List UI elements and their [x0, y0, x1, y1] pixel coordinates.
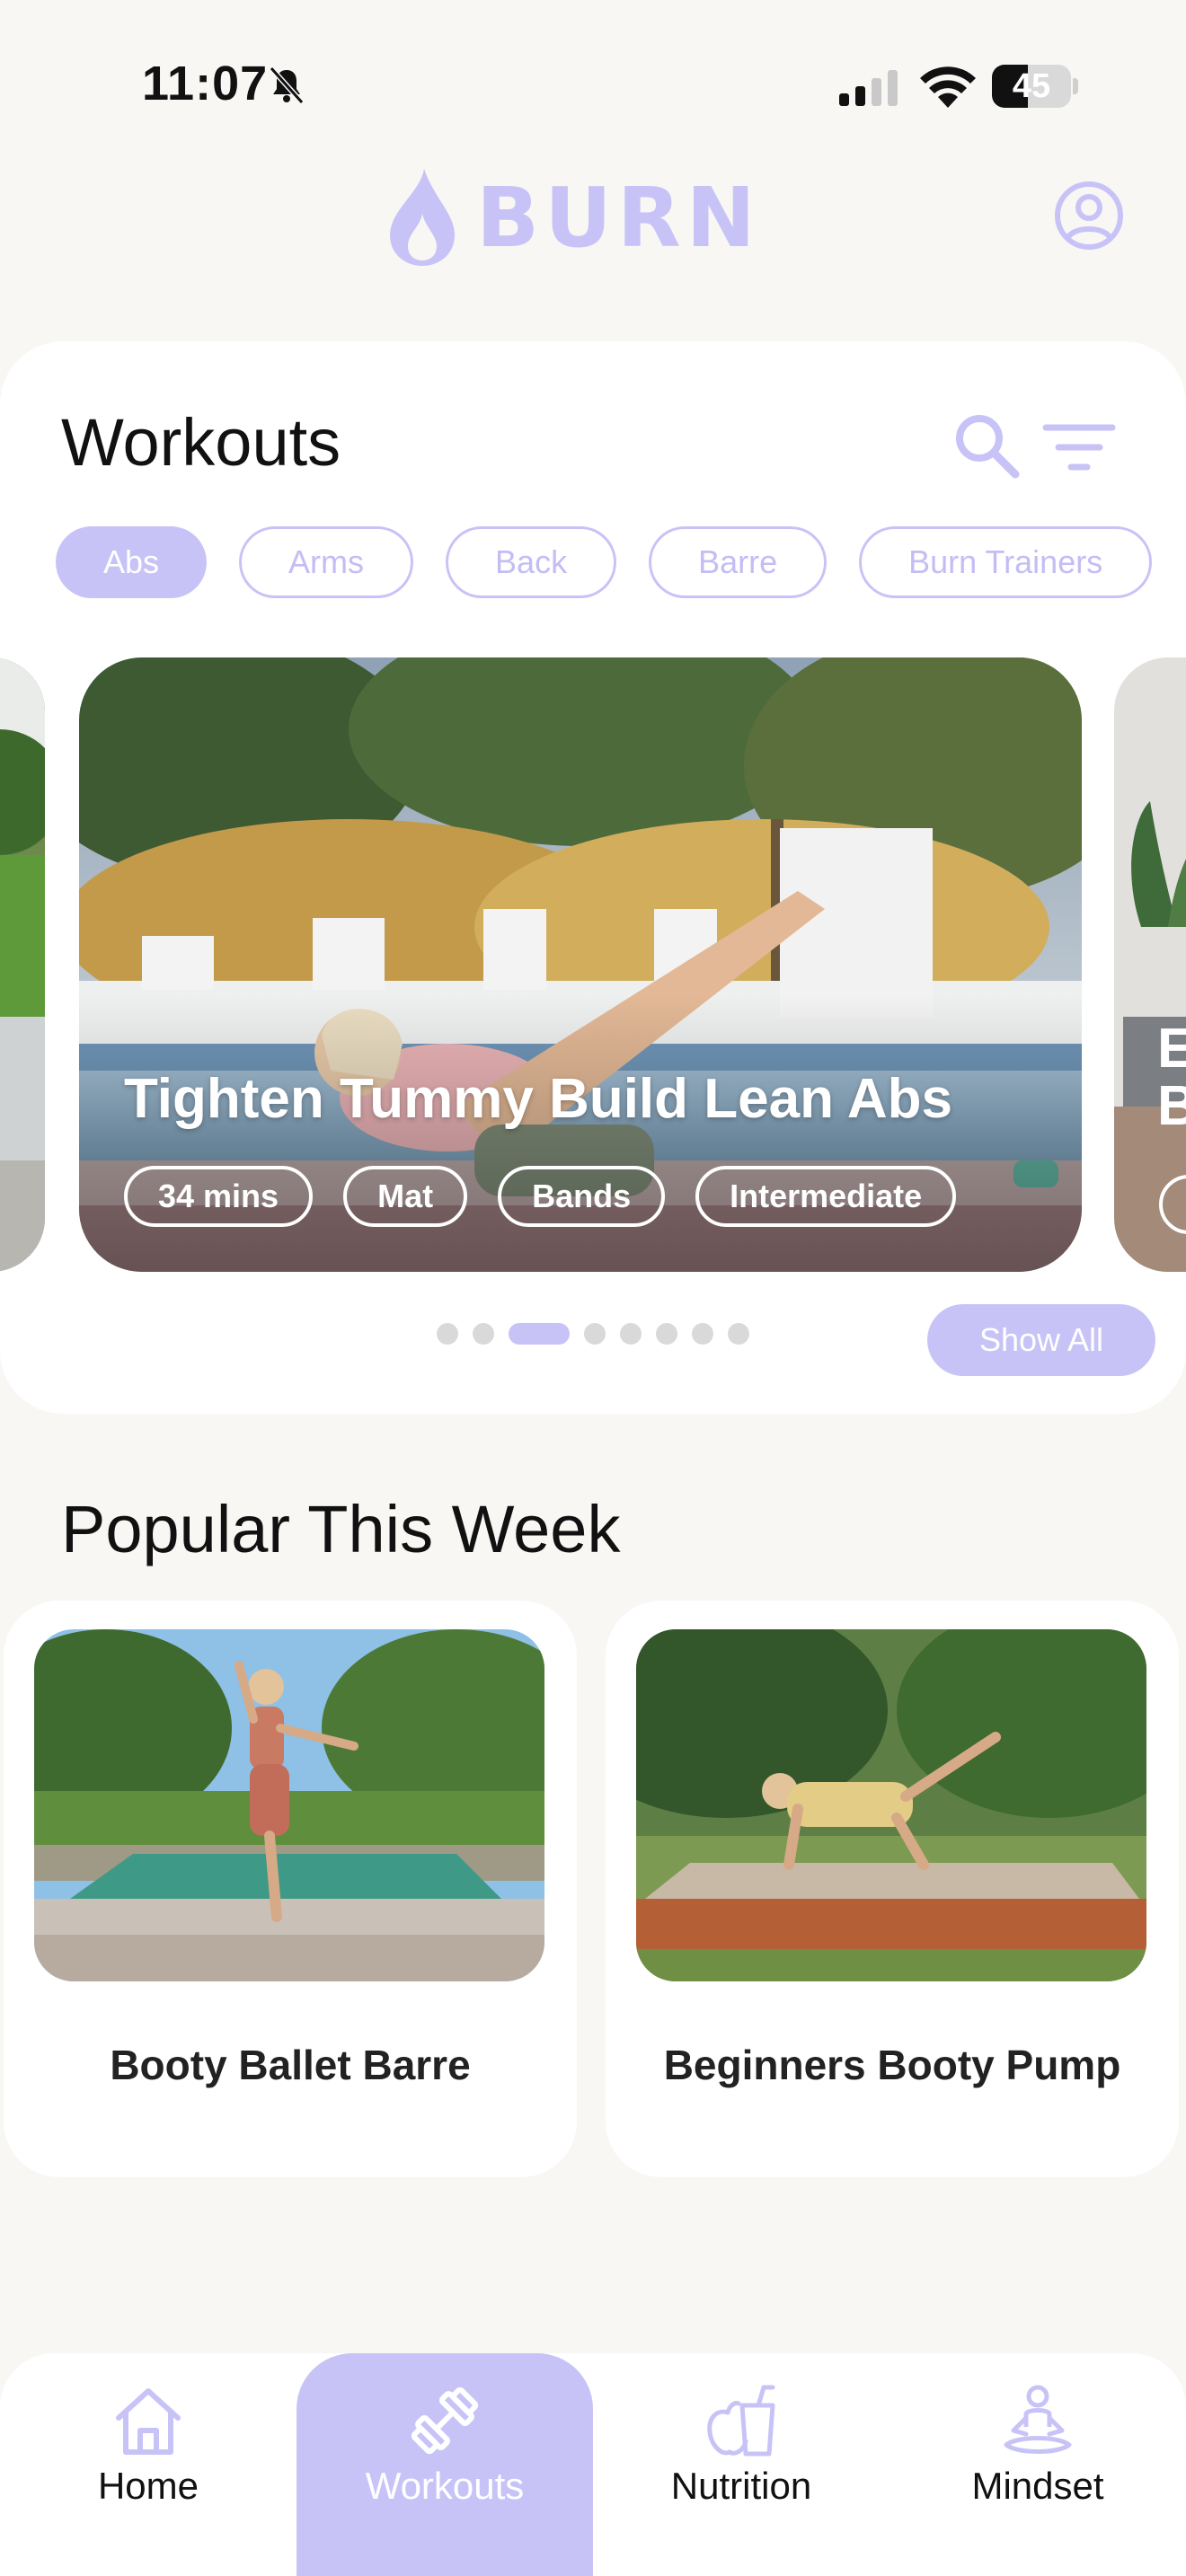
carousel-pagination: [437, 1323, 749, 1345]
bell-slash-icon: [269, 66, 305, 105]
chip-arms[interactable]: Arms: [239, 526, 414, 598]
pagination-dot[interactable]: [437, 1323, 458, 1345]
tab-workouts[interactable]: Workouts: [296, 2353, 593, 2576]
featured-workout-slide[interactable]: Tighten Tummy Build Lean Abs 34 mins Mat…: [79, 657, 1082, 1272]
status-bar: 11:07 45: [0, 0, 1186, 171]
status-time: 11:07: [142, 57, 269, 110]
dumbbell-icon: [411, 2386, 479, 2455]
wifi-icon: [920, 66, 976, 108]
popular-workout-image: [636, 1629, 1146, 1981]
featured-workout-tags: 34 mins Mat Bands Intermediate: [124, 1166, 957, 1227]
show-all-button[interactable]: Show All: [927, 1304, 1155, 1376]
user-circle-icon[interactable]: [1053, 180, 1125, 251]
chip-burn-trainers[interactable]: Burn Trainers: [859, 526, 1153, 598]
tag-level: Intermediate: [695, 1166, 957, 1227]
flame-logo-icon: [390, 169, 455, 266]
section-title-workouts: Workouts: [61, 405, 341, 480]
tab-label: Nutrition: [670, 2465, 812, 2507]
battery-level: 45: [1012, 67, 1051, 105]
next-slide-title: EB: [1157, 1018, 1186, 1137]
next-slide[interactable]: EB: [1114, 657, 1186, 1272]
tag-duration: 34 mins: [124, 1166, 314, 1227]
popular-workout-image: [34, 1629, 544, 1981]
chip-back[interactable]: Back: [446, 526, 617, 598]
tab-home[interactable]: Home: [0, 2353, 296, 2576]
category-chips: Abs Arms Back Barre Burn Trainers: [56, 526, 1153, 598]
meditation-icon: [1004, 2385, 1072, 2454]
section-title-popular: Popular This Week: [61, 1492, 621, 1566]
home-icon: [116, 2388, 181, 2455]
tab-label: Workouts: [365, 2465, 525, 2507]
tab-label: Mindset: [971, 2465, 1104, 2507]
pagination-dot[interactable]: [728, 1323, 749, 1345]
pagination-dot-active[interactable]: [509, 1323, 570, 1345]
pagination-dot[interactable]: [584, 1323, 606, 1345]
tab-mindset[interactable]: Mindset: [890, 2353, 1186, 2576]
tag-equipment-mat: Mat: [343, 1166, 468, 1227]
pagination-dot[interactable]: [656, 1323, 677, 1345]
battery-icon: 45: [992, 65, 1078, 108]
pagination-dot[interactable]: [473, 1323, 494, 1345]
tag-equipment-bands: Bands: [498, 1166, 666, 1227]
bottom-tab-bar: Home Workouts Nutrition Mindset: [0, 2353, 1186, 2576]
pagination-dot[interactable]: [620, 1323, 642, 1345]
workouts-card: Workouts Abs Arms Back Barre Burn Traine…: [0, 341, 1186, 1414]
tab-nutrition[interactable]: Nutrition: [593, 2353, 890, 2576]
filter-icon[interactable]: [1042, 420, 1116, 474]
pagination-dot[interactable]: [692, 1323, 713, 1345]
previous-slide[interactable]: [0, 657, 45, 1272]
tab-label: Home: [97, 2465, 199, 2507]
brand-header: BURN: [385, 163, 761, 271]
cellular-signal-icon: [839, 70, 898, 106]
brand-name: BURN: [476, 169, 761, 266]
popular-workout-card[interactable]: Booty Ballet Barre: [4, 1601, 577, 2177]
popular-workout-card[interactable]: Beginners Booty Pump: [606, 1601, 1179, 2177]
featured-workout-title: Tighten Tummy Build Lean Abs: [124, 1068, 953, 1130]
workout-carousel[interactable]: Tighten Tummy Build Lean Abs 34 mins Mat…: [0, 657, 1186, 1272]
search-icon[interactable]: [951, 410, 1022, 481]
chip-barre[interactable]: Barre: [649, 526, 828, 598]
popular-workout-title: Beginners Booty Pump: [663, 2042, 1121, 2088]
apple-drink-icon: [707, 2385, 775, 2457]
popular-workout-title: Booty Ballet Barre: [110, 2042, 471, 2088]
chip-abs[interactable]: Abs: [56, 526, 208, 598]
